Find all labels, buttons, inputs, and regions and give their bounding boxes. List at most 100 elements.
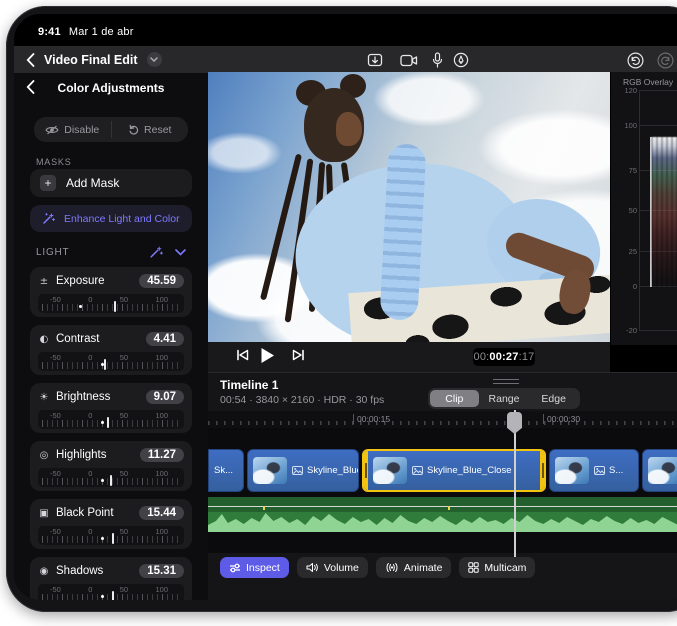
slider-ruler[interactable]: -50050100 xyxy=(38,352,184,371)
trim-handle-left[interactable] xyxy=(363,451,368,490)
scope-axis-label: 50 xyxy=(611,206,637,215)
light-section-row: LIGHT xyxy=(36,245,186,259)
camera-icon[interactable] xyxy=(400,51,418,69)
add-mask-button[interactable]: + Add Mask xyxy=(30,169,192,197)
panel-title: Color Adjustments xyxy=(14,81,208,95)
previous-frame-button[interactable] xyxy=(236,349,249,361)
tick-label: 50 xyxy=(120,353,128,362)
tick-label: 50 xyxy=(120,585,128,594)
tick-marks xyxy=(42,420,180,427)
timeline-panel: Timeline 1 00:54 · 3840 × 2160 · HDR · 3… xyxy=(208,372,677,600)
slider-value[interactable]: 4.41 xyxy=(146,332,184,346)
disable-button[interactable]: Disable xyxy=(34,117,111,142)
clip-cut-off-right[interactable] xyxy=(642,449,677,492)
multicam-label: Multicam xyxy=(484,562,526,574)
volume-button[interactable]: Volume xyxy=(297,557,368,578)
animate-button[interactable]: Animate xyxy=(376,557,452,578)
timecode-frames: :17 xyxy=(519,351,535,363)
volume-line[interactable] xyxy=(208,506,677,507)
timecode-display[interactable]: 00:00:27:17 xyxy=(473,348,535,366)
clip-thumbnail xyxy=(648,457,677,484)
mode-edge[interactable]: Edge xyxy=(529,390,578,407)
tick-label: -50 xyxy=(50,295,61,304)
next-frame-button[interactable] xyxy=(292,349,305,361)
title-dropdown-button[interactable] xyxy=(147,52,162,67)
masks-heading: MASKS xyxy=(36,157,72,167)
project-title[interactable]: Video Final Edit xyxy=(44,53,138,67)
slider-ruler[interactable]: -50050100 xyxy=(38,294,184,313)
timeline-drag-handle[interactable] xyxy=(493,379,519,384)
auto-enhance-icon[interactable] xyxy=(149,245,163,259)
tick-marks xyxy=(42,304,180,311)
enhance-light-color-button[interactable]: Enhance Light and Color xyxy=(30,205,192,232)
mode-clip[interactable]: Clip xyxy=(430,390,479,407)
clip-skyline-blue-close-selected[interactable]: Skyline_Blue_Close xyxy=(362,449,546,492)
tick-marks xyxy=(42,362,180,369)
rgb-overlay-scope[interactable]: RGB Overlay 120 100 75 50 25 0 -20 xyxy=(610,72,677,345)
inspect-label: Inspect xyxy=(246,562,280,574)
audio-track-clip[interactable] xyxy=(208,497,677,532)
animate-label: Animate xyxy=(404,562,443,574)
clip-s-partial[interactable]: S... xyxy=(549,449,639,492)
reset-button[interactable]: Reset xyxy=(112,117,189,142)
slider-exposure[interactable]: ± Exposure 45.59 -50050100 xyxy=(30,267,192,317)
slider-label: Contrast xyxy=(56,333,140,345)
clip-thumbnail xyxy=(373,457,407,484)
audio-peak-marker xyxy=(448,506,450,510)
value-indicator[interactable] xyxy=(110,475,112,486)
back-icon[interactable] xyxy=(26,53,35,67)
timeline-name[interactable]: Timeline 1 xyxy=(220,378,278,392)
value-indicator[interactable] xyxy=(114,301,116,312)
slider-brightness[interactable]: ☀ Brightness 9.07 -50050100 xyxy=(30,383,192,433)
zero-dot xyxy=(101,537,104,540)
volume-label: Volume xyxy=(324,562,359,574)
mode-range[interactable]: Range xyxy=(480,390,529,407)
clip-partial-left[interactable]: Sk... xyxy=(208,449,244,492)
multicam-grid-icon xyxy=(468,562,479,573)
tick-label: -50 xyxy=(50,411,61,420)
video-viewer[interactable] xyxy=(208,72,610,342)
timeline-ruler[interactable]: 00:00:15 00:00:30 xyxy=(208,411,677,428)
slider-ruler[interactable]: -50050100 xyxy=(38,468,184,487)
slider-value[interactable]: 45.59 xyxy=(139,274,184,288)
audio-waveform xyxy=(208,509,677,532)
clip-label: Skyline_Blue_Wide xyxy=(307,465,359,476)
clip-thumbnail xyxy=(253,457,287,484)
zero-dot xyxy=(101,479,104,482)
timeline-tracks: Sk... Skyline_Blue_Wide Skyline_Blue_Clo… xyxy=(208,428,677,553)
inspect-button[interactable]: Inspect xyxy=(220,557,289,578)
microphone-icon[interactable] xyxy=(428,51,446,69)
play-button[interactable] xyxy=(260,347,275,364)
panel-header: Color Adjustments xyxy=(14,73,208,103)
slider-shadows[interactable]: ◉ Shadows 15.31 -50050100 xyxy=(30,557,192,600)
slider-ruler[interactable]: -50050100 xyxy=(38,410,184,429)
plus-icon: + xyxy=(40,175,56,191)
clip-label: Skyline_Blue_Close xyxy=(427,465,512,476)
multicam-button[interactable]: Multicam xyxy=(459,557,535,578)
import-media-icon[interactable] xyxy=(366,51,384,69)
slider-value[interactable]: 15.44 xyxy=(139,506,184,520)
tick-label: 100 xyxy=(155,295,168,304)
slider-highlights[interactable]: ◎ Highlights 11.27 -50050100 xyxy=(30,441,192,491)
brightness-icon: ☀ xyxy=(38,392,50,403)
slider-black-point[interactable]: ▣ Black Point 15.44 -50050100 xyxy=(30,499,192,549)
slider-value[interactable]: 9.07 xyxy=(146,390,184,404)
zero-dot xyxy=(101,421,104,424)
tick-label: -50 xyxy=(50,469,61,478)
slider-ruler[interactable]: -50050100 xyxy=(38,584,184,600)
trim-handle-right[interactable] xyxy=(540,451,545,490)
slider-contrast[interactable]: ◐ Contrast 4.41 -50050100 xyxy=(30,325,192,375)
clip-skyline-blue-wide[interactable]: Skyline_Blue_Wide xyxy=(247,449,359,492)
collapse-chevron-icon[interactable] xyxy=(175,249,186,256)
annotate-pencil-icon[interactable] xyxy=(452,51,470,69)
title-bar: Video Final Edit xyxy=(14,46,677,73)
color-adjustments-panel: Color Adjustments Disable Reset MASKS + … xyxy=(14,73,208,600)
undo-icon[interactable] xyxy=(626,51,644,69)
tick-marks xyxy=(42,536,180,543)
status-time: 9:41 xyxy=(38,26,61,38)
scope-axis-label: 0 xyxy=(611,282,637,291)
exposure-icon: ± xyxy=(38,276,50,287)
slider-value[interactable]: 11.27 xyxy=(140,448,184,462)
slider-ruler[interactable]: -50050100 xyxy=(38,526,184,545)
slider-value[interactable]: 15.31 xyxy=(139,564,184,578)
